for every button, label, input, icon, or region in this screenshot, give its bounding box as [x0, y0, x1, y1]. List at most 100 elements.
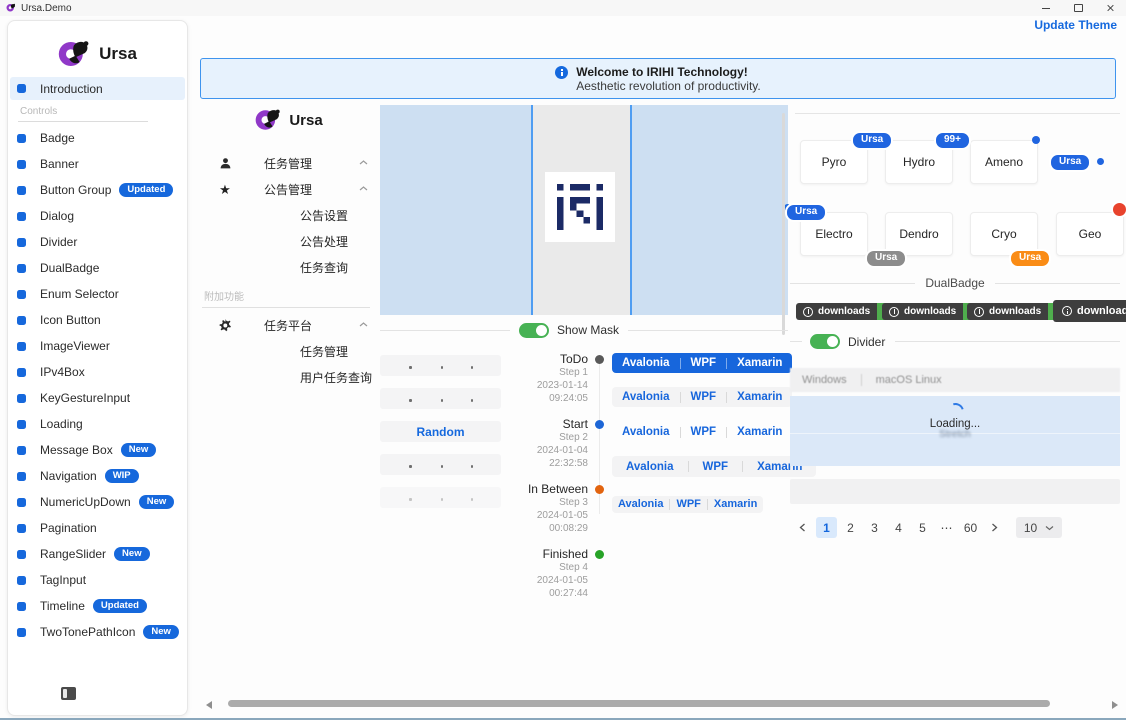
sidebar-item-enum-selector[interactable]: Enum Selector [10, 281, 185, 307]
pagination-page-2[interactable]: 2 [840, 517, 861, 538]
pagination-page-60[interactable]: 60 [960, 517, 981, 538]
xamarin-button[interactable]: Xamarin [727, 353, 792, 373]
status-badge: Updated [93, 599, 147, 614]
update-theme-button[interactable]: Update Theme [1034, 18, 1117, 32]
timeline-item-todo: ToDo Step 1 2023-01-14 09:24:05 [498, 352, 604, 405]
sidebar-item-badge[interactable]: Badge [10, 125, 185, 151]
close-button[interactable] [1094, 0, 1126, 16]
ipv4-demo-column: Random [380, 355, 501, 520]
scroll-left-icon[interactable] [206, 701, 212, 709]
sidebar-item-button-group[interactable]: Button GroupUpdated [10, 177, 185, 203]
ipv4-input[interactable] [380, 388, 501, 409]
sidebar-item-dialog[interactable]: Dialog [10, 203, 185, 229]
avalonia-button[interactable]: Avalonia [612, 387, 680, 407]
sidebar-item-timeline[interactable]: TimelineUpdated [10, 593, 185, 619]
wpf-button[interactable]: WPF [681, 353, 727, 373]
menu-section-extras: 附加功能 [202, 288, 370, 308]
ursa-logo: Ursa [8, 31, 187, 77]
status-badge: Updated [119, 183, 173, 198]
menu-item-announcement-processing[interactable]: 公告处理 [200, 228, 378, 254]
bullet-icon [17, 472, 26, 481]
menu-item-announcement-settings[interactable]: 公告设置 [200, 202, 378, 228]
sidebar-item-rangeslider[interactable]: RangeSliderNew [10, 541, 185, 567]
pagination: 1 2 3 4 5 ⋯ 60 10 [792, 517, 1062, 538]
timeline-dot [595, 550, 604, 559]
maximize-button[interactable] [1062, 0, 1094, 16]
avalonia-button[interactable]: Avalonia [612, 496, 669, 513]
sidebar-item-divider[interactable]: Divider [10, 229, 185, 255]
banner-title: Welcome to IRIHI Technology! [576, 65, 761, 79]
bullet-icon [17, 212, 26, 221]
dot-badge-red [1111, 201, 1126, 218]
viewer-guide-line[interactable] [630, 105, 632, 315]
ipv4-input-disabled [380, 487, 501, 508]
viewer-guide-line[interactable] [531, 105, 533, 315]
badge-card-ameno: Ameno [970, 140, 1038, 184]
app-logo-icon [6, 3, 16, 13]
divider-toggle[interactable] [810, 334, 840, 349]
wpf-button[interactable]: WPF [670, 496, 706, 513]
wpf-button[interactable]: WPF [681, 387, 727, 407]
horizontal-scrollbar-thumb[interactable] [228, 700, 1050, 707]
pagination-ellipsis[interactable]: ⋯ [936, 517, 957, 538]
sidebar-item-keygestureinput[interactable]: KeyGestureInput [10, 385, 185, 411]
wpf-button[interactable]: WPF [689, 457, 743, 477]
menu-item-task-platform[interactable]: 任务平台 [200, 312, 378, 338]
xamarin-button[interactable]: Xamarin [708, 496, 763, 513]
menu-item-announcement-management[interactable]: ★ 公告管理 [200, 176, 378, 202]
image-viewer[interactable] [380, 105, 788, 315]
pagination-next-button[interactable] [984, 517, 1005, 538]
info-icon [555, 66, 568, 79]
collapse-sidebar-button[interactable] [59, 686, 77, 701]
sidebar-item-twotonepathicon[interactable]: TwoTonePathIconNew [10, 619, 185, 645]
minimize-button[interactable] [1030, 0, 1062, 16]
xamarin-button[interactable]: Xamarin [727, 422, 792, 442]
dualbadge-divider: DualBadge [790, 276, 1120, 290]
star-icon: ★ [218, 183, 232, 196]
sidebar-item-numericupdown[interactable]: NumericUpDownNew [10, 489, 185, 515]
horizontal-scrollbar[interactable] [200, 698, 1126, 710]
sidebar-item-taginput[interactable]: TagInput [10, 567, 185, 593]
pagination-prev-button[interactable] [792, 517, 813, 538]
vertical-scrollbar-thumb[interactable] [782, 113, 785, 335]
pagination-page-4[interactable]: 4 [888, 517, 909, 538]
page-size-dropdown[interactable]: 10 [1016, 517, 1062, 538]
scroll-right-icon[interactable] [1112, 701, 1118, 709]
sidebar-item-banner[interactable]: Banner [10, 151, 185, 177]
show-mask-toggle[interactable] [519, 323, 549, 338]
sidebar-item-dualbadge[interactable]: DualBadge [10, 255, 185, 281]
menu-item-task-query[interactable]: 任务查询 [200, 254, 378, 280]
random-button[interactable]: Random [380, 421, 501, 442]
pagination-page-5[interactable]: 5 [912, 517, 933, 538]
sidebar-item-imageviewer[interactable]: ImageViewer [10, 333, 185, 359]
avalonia-button[interactable]: Avalonia [612, 353, 680, 373]
sidebar-item-introduction[interactable]: Introduction [10, 77, 185, 100]
sidebar-item-message-box[interactable]: Message BoxNew [10, 437, 185, 463]
chevron-up-icon [359, 160, 368, 165]
bullet-icon [17, 576, 26, 585]
avalonia-button[interactable]: Avalonia [612, 422, 680, 442]
menu-item-task-management-2[interactable]: 任务管理 [200, 338, 378, 364]
badge-card-geo: Geo [1056, 212, 1124, 256]
pagination-page-3[interactable]: 3 [864, 517, 885, 538]
wpf-button[interactable]: WPF [681, 422, 727, 442]
ursa-badge-orange: Ursa [1009, 249, 1051, 268]
pagination-page-1[interactable]: 1 [816, 517, 837, 538]
ipv4-input[interactable] [380, 355, 501, 376]
sidebar: Ursa Introduction Controls Badge Banner … [7, 20, 188, 716]
bullet-icon [17, 186, 26, 195]
ipv4-input[interactable] [380, 454, 501, 475]
sidebar-item-pagination[interactable]: Pagination [10, 515, 185, 541]
person-icon [218, 157, 232, 170]
divider-demo-row: Divider [790, 334, 1120, 349]
menu-item-user-task-query[interactable]: 用户任务查询 [200, 364, 378, 390]
sidebar-item-navigation[interactable]: NavigationWIP [10, 463, 185, 489]
xamarin-button[interactable]: Xamarin [727, 387, 792, 407]
sidebar-item-icon-button[interactable]: Icon Button [10, 307, 185, 333]
avalonia-button[interactable]: Avalonia [612, 457, 688, 477]
sidebar-item-ipv4box[interactable]: IPv4Box [10, 359, 185, 385]
menu-item-task-management[interactable]: 任务管理 [200, 150, 378, 176]
bullet-icon [17, 498, 26, 507]
bullet-icon [17, 420, 26, 429]
sidebar-item-loading[interactable]: Loading [10, 411, 185, 437]
